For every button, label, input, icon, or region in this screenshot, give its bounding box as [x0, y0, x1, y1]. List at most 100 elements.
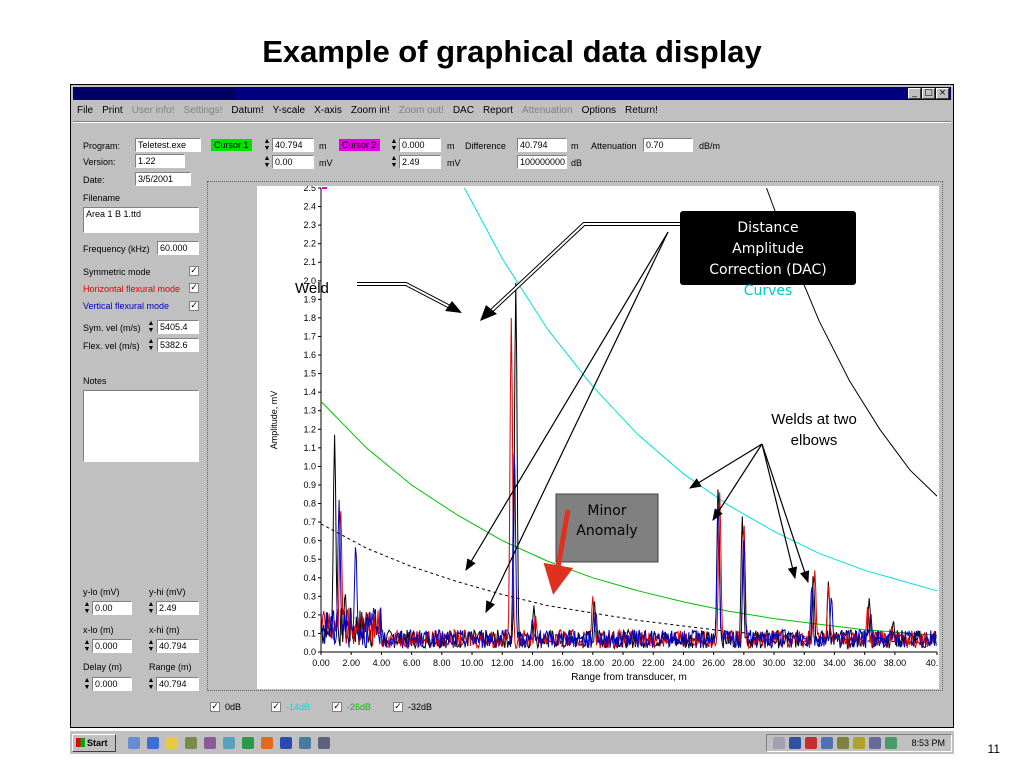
maximize-icon[interactable]: □	[922, 88, 935, 99]
menu-item-return[interactable]: Return!	[625, 105, 658, 116]
delay-spinner-icon[interactable]: ▲ ▼	[83, 677, 91, 691]
cursor1-mv-spinner-icon[interactable]: ▲ ▼	[263, 155, 271, 169]
menu-item-print[interactable]: Print	[102, 105, 123, 116]
menu-item-file[interactable]: File	[77, 105, 93, 116]
difference-db-field[interactable]: 100000000	[517, 155, 567, 169]
cursor1-mv-field[interactable]: 0.00	[272, 155, 314, 169]
tray-display-icon[interactable]	[869, 737, 881, 749]
range-field[interactable]: 40.794	[156, 677, 199, 691]
flex-vel-field[interactable]: 5382.6	[157, 338, 199, 352]
cursor2-mv-unit: mV	[447, 158, 461, 168]
cursor2-m-spinner-icon[interactable]: ▲ ▼	[390, 138, 398, 152]
xlo-field[interactable]: 0.000	[92, 639, 132, 653]
delay-field[interactable]: 0.000	[92, 677, 132, 691]
date-field[interactable]: 3/5/2001	[135, 172, 191, 186]
menu-item-report[interactable]: Report	[483, 105, 513, 116]
tray-shield-icon[interactable]	[789, 737, 801, 749]
menu-item-zoom-in[interactable]: Zoom in!	[351, 105, 390, 116]
x-tick-label-17: 34.00	[823, 658, 846, 668]
menu-item-user-info[interactable]: User info!	[132, 105, 175, 116]
yhi-spinner-icon[interactable]: ▲ ▼	[147, 601, 155, 615]
y-tick-label-11: 1.1	[303, 443, 316, 453]
cursor2-mv-field[interactable]: 2.49	[399, 155, 441, 169]
y-tick-label-0: 0.0	[303, 647, 316, 657]
menu-item-x-axis[interactable]: X-axis	[314, 105, 342, 116]
y-axis-title: Amplitude, mV	[269, 391, 279, 450]
symmetric-mode-checkbox[interactable]: ✓	[189, 266, 199, 276]
cursor2-mv-spinner-icon[interactable]: ▲ ▼	[390, 155, 398, 169]
dac-checkbox-label-3: -32dB	[408, 702, 433, 712]
powerpoint-icon[interactable]	[261, 737, 273, 749]
version-field[interactable]: 1.22	[135, 154, 185, 168]
menu-item-datum[interactable]: Datum!	[231, 105, 263, 116]
horizontal-mode-checkbox[interactable]: ✓	[189, 283, 199, 293]
tray-network-icon[interactable]	[773, 737, 785, 749]
sym-vel-field[interactable]: 5405.4	[157, 320, 199, 334]
windows-logo-icon	[76, 738, 85, 747]
cursor1-m-field[interactable]: 40.794	[272, 138, 314, 152]
tools-icon[interactable]	[318, 737, 330, 749]
explorer-icon[interactable]	[185, 737, 197, 749]
start-button[interactable]: Start	[72, 734, 116, 752]
word-icon[interactable]	[280, 737, 292, 749]
excel-icon[interactable]	[242, 737, 254, 749]
outlook-icon[interactable]	[166, 737, 178, 749]
menu-item-settings[interactable]: Settings!	[183, 105, 222, 116]
attenuation-label: Attenuation	[591, 141, 637, 151]
menu-item-zoom-out[interactable]: Zoom out!	[399, 105, 444, 116]
cursor1-tag[interactable]: Cursor 1	[211, 139, 252, 151]
menu-item-y-scale[interactable]: Y-scale	[273, 105, 305, 116]
cursor1-mv-unit: mV	[319, 158, 333, 168]
menu-item-options[interactable]: Options	[582, 105, 616, 116]
ylo-spinner-icon[interactable]: ▲ ▼	[83, 601, 91, 615]
notes-field[interactable]	[83, 390, 199, 462]
frequency-field[interactable]: 60.000	[157, 241, 199, 255]
xlo-spinner-icon[interactable]: ▲ ▼	[83, 639, 91, 653]
difference-label: Difference	[465, 141, 506, 151]
dac-checkbox-0[interactable]: ✓	[210, 702, 220, 712]
a-scan-chart[interactable]: 0.0 0.1 0.2 0.3 0.4 0.5 0.6 0.7 0.8 0.9 1.0 1.1 1.2 1…	[257, 183, 948, 689]
tray-printer-icon[interactable]	[837, 737, 849, 749]
title-bar[interactable]: _ □ ×	[73, 87, 951, 100]
desktop-icon[interactable]	[128, 737, 140, 749]
browser-icon[interactable]	[147, 737, 159, 749]
flex-vel-spinner-icon[interactable]: ▲ ▼	[147, 338, 155, 352]
y-tick-label-12: 1.2	[303, 424, 316, 434]
difference-m-field[interactable]: 40.794	[517, 138, 567, 152]
tray-antivirus-icon[interactable]	[805, 737, 817, 749]
cursor1-m-spinner-icon[interactable]: ▲ ▼	[263, 138, 271, 152]
plot-area[interactable]: 0.0 0.1 0.2 0.3 0.4 0.5 0.6 0.7 0.8 0.9 1.0 1.1 1.2 1…	[257, 183, 948, 689]
tray-sync-icon[interactable]	[885, 737, 897, 749]
cursor2-tag[interactable]: Cursor 2	[339, 139, 380, 151]
tray-power-icon[interactable]	[853, 737, 865, 749]
vertical-mode-checkbox[interactable]: ✓	[189, 301, 199, 311]
tray-volume-icon[interactable]	[821, 737, 833, 749]
dac-curve-26dB	[320, 401, 938, 636]
range-spinner-icon[interactable]: ▲ ▼	[147, 677, 155, 691]
xhi-field[interactable]: 40.794	[156, 639, 199, 653]
yhi-field[interactable]: 2.49	[156, 601, 199, 615]
dac-checkbox-2[interactable]: ✓	[332, 702, 342, 712]
attenuation-field[interactable]: 0.70	[643, 138, 693, 152]
xhi-spinner-icon[interactable]: ▲ ▼	[147, 639, 155, 653]
taskbar: Start 8:53 PM	[70, 730, 954, 754]
sym-vel-spinner-icon[interactable]: ▲ ▼	[147, 320, 155, 334]
cursor2-m-field[interactable]: 0.000	[399, 138, 441, 152]
trace-horizontal	[320, 317, 937, 650]
y-tick-label-18: 1.8	[303, 313, 316, 323]
close-icon[interactable]: ×	[936, 88, 949, 99]
ylo-field[interactable]: 0.00	[92, 601, 132, 615]
minimize-icon[interactable]: _	[908, 88, 921, 99]
dac-checkbox-1[interactable]: ✓	[271, 702, 281, 712]
dac-checkbox-label-1: -14dB	[286, 702, 311, 712]
dac-checkbox-3[interactable]: ✓	[393, 702, 403, 712]
mail-icon[interactable]	[223, 737, 235, 749]
filename-field[interactable]: Area 1 B 1.ttd	[83, 207, 199, 233]
trace-vertical	[320, 453, 937, 649]
menu-item-attenuation[interactable]: Attenuation	[522, 105, 573, 116]
y-tick-label-23: 2.3	[303, 220, 316, 230]
messenger-icon[interactable]	[204, 737, 216, 749]
menu-item-dac[interactable]: DAC	[453, 105, 474, 116]
program-field[interactable]: Teletest.exe	[135, 138, 201, 152]
calendar-icon[interactable]	[299, 737, 311, 749]
